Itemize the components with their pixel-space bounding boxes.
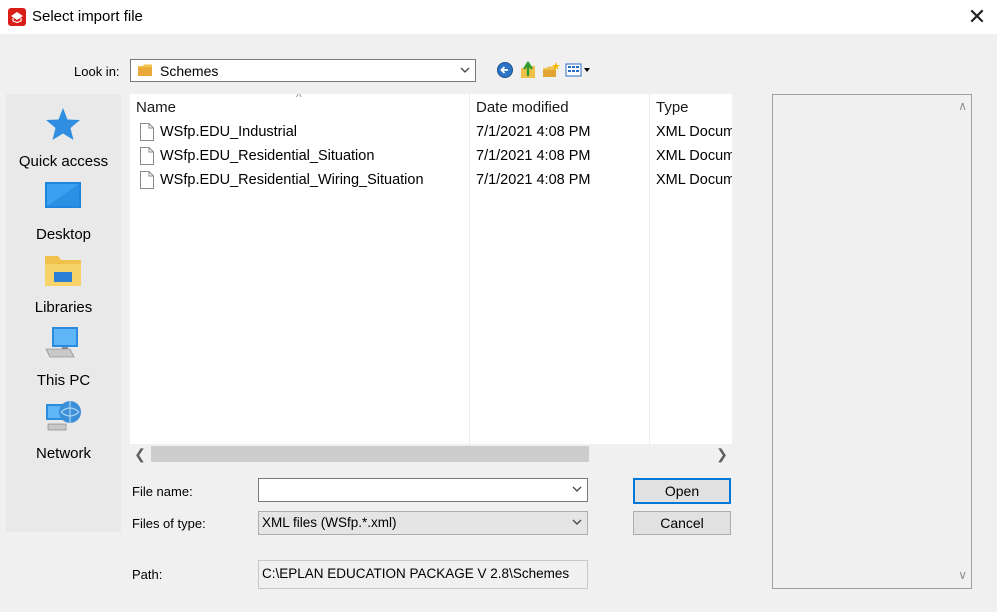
up-folder-icon [521,60,535,78]
file-list[interactable]: ^ Name Date modified Type WSfp.EDU_Indus… [130,94,732,444]
chevron-down-icon [572,519,582,525]
file-date: 7/1/2021 4:08 PM [476,148,591,164]
file-row[interactable]: WSfp.EDU_Residential_Wiring_Situation 7/… [130,169,732,193]
lookin-label: Look in: [74,64,120,79]
open-button[interactable]: Open [633,478,731,504]
sort-arrow-icon: ^ [296,94,302,104]
up-folder-button[interactable] [519,60,537,80]
window-title: Select import file [32,8,143,25]
file-type: XML Docum [656,124,732,140]
place-label: Network [35,445,91,462]
place-this-pc[interactable]: This PC [6,323,121,393]
place-label: Desktop [35,226,92,243]
column-header-name[interactable]: Name [136,99,176,116]
file-name: WSfp.EDU_Residential_Situation [160,148,375,164]
title-bar: Select import file ✕ [0,0,997,34]
place-libraries[interactable]: Libraries [6,250,121,320]
file-icon [140,147,154,165]
chevron-down-icon [460,67,470,73]
new-folder-icon [543,62,560,77]
filetype-value: XML files (WSfp.*.xml) [262,515,397,530]
back-button[interactable] [496,60,514,80]
network-icon [46,401,81,431]
folder-icon [138,64,152,76]
computer-icon [45,327,78,358]
file-type: XML Docum [656,172,732,188]
lookin-value: Schemes [160,63,219,79]
scroll-right-icon[interactable]: ❯ [712,444,732,464]
file-type: XML Docum [656,148,732,164]
filename-input[interactable] [258,478,588,502]
new-folder-button[interactable] [542,60,560,80]
lookin-combo[interactable]: Schemes [130,59,476,82]
path-value: C:\EPLAN EDUCATION PACKAGE V 2.8\Schemes [262,566,570,581]
file-icon [140,171,154,189]
place-label: Libraries [34,299,93,316]
back-icon [497,62,513,78]
file-name: WSfp.EDU_Industrial [160,124,297,140]
libraries-icon [45,256,81,286]
file-icon [140,123,154,141]
eplan-app-icon [8,8,26,26]
place-quick-access[interactable]: Quick access [6,104,121,174]
path-field[interactable]: C:\EPLAN EDUCATION PACKAGE V 2.8\Schemes [258,560,588,589]
preview-pane: ∧ ∨ [772,94,972,589]
close-button[interactable]: ✕ [962,2,992,32]
filename-label: File name: [132,484,193,499]
view-menu-button[interactable] [565,60,595,80]
cancel-button[interactable]: Cancel [633,511,731,535]
file-name: WSfp.EDU_Residential_Wiring_Situation [160,172,424,188]
path-label: Path: [132,567,163,582]
place-network[interactable]: Network [6,396,121,466]
places-bar: Quick access Desktop Libraries This PC N… [6,94,121,532]
scroll-thumb[interactable] [151,446,589,462]
file-date: 7/1/2021 4:08 PM [476,172,591,188]
scroll-down-icon[interactable]: ∨ [958,568,967,582]
desktop-icon [45,182,81,208]
star-icon [46,108,80,140]
filetype-label: Files of type: [132,516,206,531]
file-row[interactable]: WSfp.EDU_Industrial 7/1/2021 4:08 PM XML… [130,121,732,145]
filetype-select[interactable]: XML files (WSfp.*.xml) [258,511,588,535]
chevron-down-icon[interactable] [571,483,583,495]
file-row[interactable]: WSfp.EDU_Residential_Situation 7/1/2021 … [130,145,732,169]
place-desktop[interactable]: Desktop [6,177,121,247]
scroll-left-icon[interactable]: ❮ [130,444,150,464]
view-menu-icon [565,63,590,77]
column-header-date-modified[interactable]: Date modified [476,99,569,116]
place-label: Quick access [18,153,109,170]
scroll-up-icon[interactable]: ∧ [958,99,967,113]
place-label: This PC [36,372,91,389]
horizontal-scrollbar[interactable]: ❮ ❯ [130,444,732,464]
file-date: 7/1/2021 4:08 PM [476,124,591,140]
column-header-type[interactable]: Type [656,99,689,116]
